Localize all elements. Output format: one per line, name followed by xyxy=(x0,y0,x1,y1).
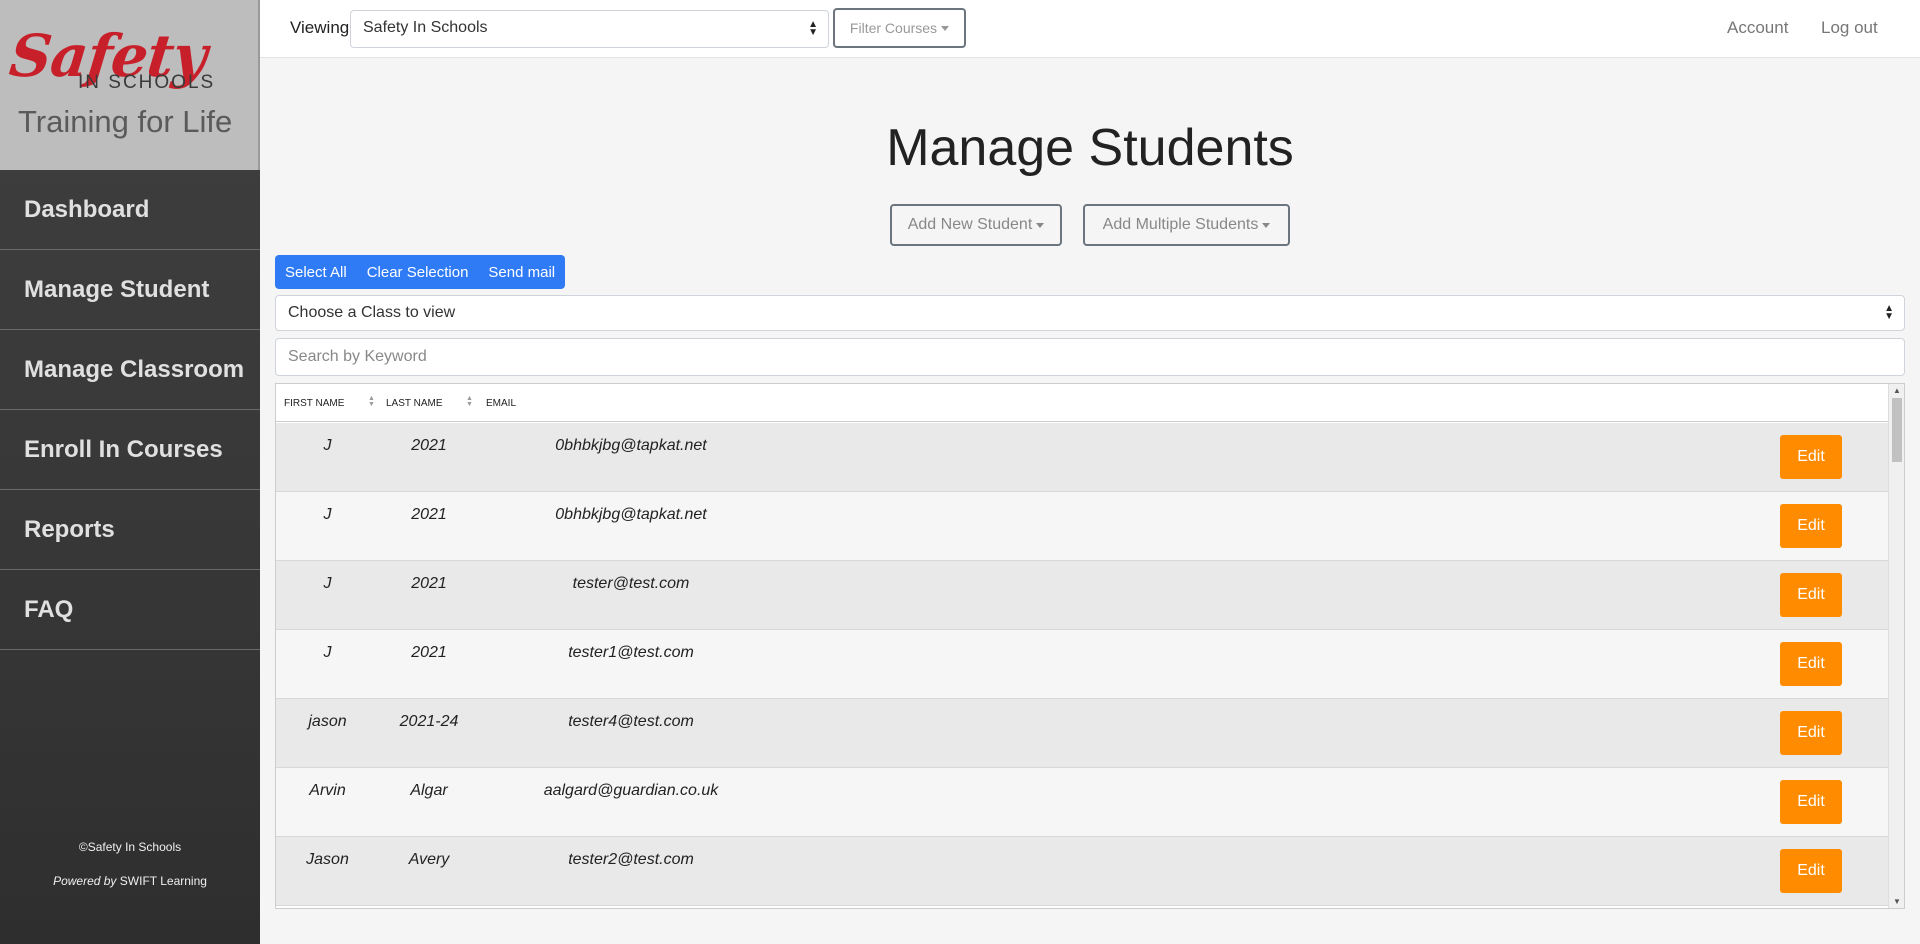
select-all-button[interactable]: Select All xyxy=(275,264,357,281)
last-name-cell: 2021 xyxy=(411,575,447,592)
send-mail-button[interactable]: Send mail xyxy=(478,264,565,281)
table-row: jason 2021-24 tester4@test.com Edit xyxy=(276,699,1888,768)
logo[interactable]: Safety IN SCHOOLS Training for Life xyxy=(0,0,260,170)
viewing-label: Viewing: xyxy=(290,18,354,37)
sort-icon[interactable]: ▲ ▼ xyxy=(368,395,375,408)
email-cell: tester@test.com xyxy=(572,575,690,592)
account-link[interactable]: Account xyxy=(1727,18,1788,38)
selection-button-group: Select All Clear Selection Send mail xyxy=(275,255,566,289)
topbar: Viewing: Safety In Schools ▲ ▼ Filter Cou… xyxy=(260,0,1920,58)
sidebar-item-manage-student[interactable]: Manage Student xyxy=(0,250,260,330)
edit-button[interactable]: Edit xyxy=(1780,642,1842,686)
col-last-name[interactable]: LAST NAME xyxy=(386,398,443,409)
search-input[interactable] xyxy=(275,338,1905,376)
caret-down-icon xyxy=(941,25,950,31)
edit-button[interactable]: Edit xyxy=(1780,504,1842,548)
select-arrows-icon: ▲ ▼ xyxy=(808,19,818,38)
filter-courses-label: Filter Courses xyxy=(849,20,938,36)
first-name-cell: jason xyxy=(308,713,347,730)
first-name-cell: J xyxy=(323,644,332,661)
table-row: Arvin Algar aalgard@guardian.co.uk Edit xyxy=(276,768,1888,837)
col-email[interactable]: EMAIL xyxy=(486,398,516,409)
first-name-cell: J xyxy=(323,437,332,454)
class-select[interactable]: Choose a Class to view ▲ ▼ xyxy=(275,295,1905,331)
filter-courses-button[interactable]: Filter Courses xyxy=(833,8,966,48)
table-scrollbar[interactable]: ▲ ▼ xyxy=(1888,384,1904,908)
caret-down-icon xyxy=(1036,222,1045,228)
clear-selection-button[interactable]: Clear Selection xyxy=(357,264,479,281)
first-name-cell: Arvin xyxy=(309,782,346,799)
table-row: Jason Avery tester2@test.com Edit xyxy=(276,837,1888,906)
table-row: J 2021 0bhbkjbg@tapkat.net Edit xyxy=(276,492,1888,561)
add-multiple-students-button[interactable]: Add Multiple Students xyxy=(1083,204,1290,246)
sidebar-item-faq[interactable]: FAQ xyxy=(0,570,260,650)
first-name-cell: J xyxy=(323,575,332,592)
logo-subtitle: IN SCHOOLS xyxy=(78,72,216,93)
footer-copyright: ©Safety In Schools xyxy=(78,840,182,854)
table-row: J 2021 tester@test.com Edit xyxy=(276,561,1888,630)
footer-powered-by: Powered by SWIFT Learning xyxy=(0,874,260,888)
email-cell: 0bhbkjbg@tapkat.net xyxy=(555,506,707,523)
table-row: J 2021 0bhbkjbg@tapkat.net Edit xyxy=(276,423,1888,492)
logo-tagline: Training for Life xyxy=(18,104,233,139)
page-title: Manage Students xyxy=(886,119,1294,177)
class-select-value: Choose a Class to view xyxy=(288,304,456,321)
select-arrows-icon: ▲ ▼ xyxy=(1884,303,1894,322)
email-cell: tester2@test.com xyxy=(568,851,694,868)
sidebar: Safety IN SCHOOLS Training for Life Dash… xyxy=(0,0,260,944)
add-new-student-button[interactable]: Add New Student xyxy=(890,204,1062,246)
edit-button[interactable]: Edit xyxy=(1780,849,1842,893)
add-multiple-students-label: Add Multiple Students xyxy=(1102,216,1259,233)
first-name-cell: Jason xyxy=(306,851,349,868)
sort-icon[interactable]: ▲ ▼ xyxy=(466,395,473,408)
email-cell: aalgard@guardian.co.uk xyxy=(543,782,719,799)
table-row: J 2021 tester1@test.com Edit xyxy=(276,630,1888,699)
students-table: FIRST NAME ▲ ▼ LAST NAME ▲ ▼ EMAIL J 2021 … xyxy=(275,383,1905,909)
sidebar-item-reports[interactable]: Reports xyxy=(0,490,260,570)
viewing-select-value: Safety In Schools xyxy=(363,19,488,36)
email-cell: tester1@test.com xyxy=(568,644,694,661)
powered-prefix: Powered by xyxy=(53,874,117,888)
add-new-student-label: Add New Student xyxy=(907,216,1033,233)
caret-down-icon xyxy=(1262,222,1271,228)
powered-name[interactable]: SWIFT Learning xyxy=(120,874,207,888)
sidebar-item-dashboard[interactable]: Dashboard xyxy=(0,170,260,250)
last-name-cell: Algar xyxy=(410,782,448,799)
first-name-cell: J xyxy=(323,506,332,523)
last-name-cell: 2021 xyxy=(411,437,447,454)
last-name-cell: 2021-24 xyxy=(399,713,459,730)
email-cell: tester4@test.com xyxy=(568,713,694,730)
scroll-down-icon[interactable]: ▼ xyxy=(1893,897,1901,906)
sidebar-item-enroll-in-courses[interactable]: Enroll In Courses xyxy=(0,410,260,490)
logout-link[interactable]: Log out xyxy=(1821,18,1878,38)
edit-button[interactable]: Edit xyxy=(1780,780,1842,824)
sidebar-item-manage-classroom[interactable]: Manage Classroom xyxy=(0,330,260,410)
scrollbar-thumb[interactable] xyxy=(1892,398,1902,462)
edit-button[interactable]: Edit xyxy=(1780,435,1842,479)
last-name-cell: 2021 xyxy=(411,506,447,523)
viewing-select[interactable]: Safety In Schools ▲ ▼ xyxy=(350,10,829,48)
edit-button[interactable]: Edit xyxy=(1780,711,1842,755)
scroll-up-icon[interactable]: ▲ xyxy=(1893,386,1901,395)
last-name-cell: Avery xyxy=(408,851,450,868)
table-header: FIRST NAME ▲ ▼ LAST NAME ▲ ▼ EMAIL xyxy=(276,384,1888,422)
email-cell: 0bhbkjbg@tapkat.net xyxy=(555,437,707,454)
last-name-cell: 2021 xyxy=(411,644,447,661)
col-first-name[interactable]: FIRST NAME xyxy=(284,398,344,409)
edit-button[interactable]: Edit xyxy=(1780,573,1842,617)
